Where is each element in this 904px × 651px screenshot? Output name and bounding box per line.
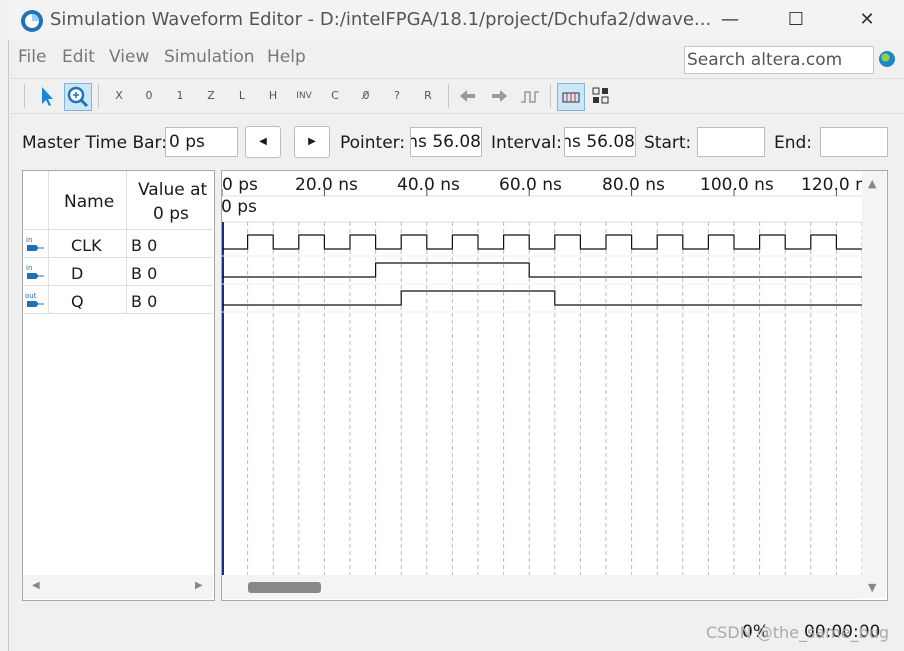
globe-icon[interactable] <box>879 51 895 67</box>
time-label: 20.0 ns <box>295 175 358 195</box>
signal-list-hscrollbar[interactable] <box>23 575 213 599</box>
hscroll-thumb[interactable] <box>248 582 321 593</box>
minimize-button[interactable]: — <box>708 6 752 34</box>
menu-edit[interactable]: Edit <box>62 47 95 67</box>
signal-name: CLK <box>71 236 102 255</box>
master-time-bar-field[interactable]: 0 ps <box>165 127 238 157</box>
snap-left-icon[interactable] <box>455 83 481 109</box>
grid-toggle-icon[interactable] <box>557 83 585 111</box>
interval-label: Interval: <box>491 133 562 153</box>
name-column-header[interactable]: Name <box>64 192 114 212</box>
signal-value: B 0 <box>131 264 158 283</box>
input-pin-icon: in <box>26 236 44 251</box>
next-transition-button[interactable]: ▶ <box>294 126 330 158</box>
signal-name: D <box>71 264 84 283</box>
settings-grid-icon[interactable] <box>588 83 614 109</box>
menu-view[interactable]: View <box>109 47 149 67</box>
unknown-value-icon[interactable]: X <box>106 83 132 109</box>
signal-row-d[interactable] <box>23 258 213 286</box>
arbitrary-value-icon[interactable]: ? <box>384 83 410 109</box>
time-label: 100.0 ns <box>700 175 774 195</box>
quartus-app-icon <box>21 10 43 32</box>
overwrite-clock-icon[interactable] <box>517 83 543 109</box>
watermark: CSDN @the_same_bug <box>706 623 889 642</box>
high-impedance-icon[interactable]: Z <box>198 83 224 109</box>
end-field[interactable] <box>820 127 888 157</box>
force-low-icon[interactable]: 0 <box>136 83 162 109</box>
clock-value-icon[interactable]: 0̸ <box>353 83 379 109</box>
start-label: Start: <box>644 133 692 153</box>
time-label: 120.0 ns <box>801 175 862 195</box>
value-column-time: 0 ps <box>153 204 189 224</box>
start-field[interactable] <box>697 127 765 157</box>
prev-transition-button[interactable]: ◀ <box>245 126 281 158</box>
d-waveform <box>222 262 862 278</box>
svg-text:in: in <box>26 236 32 244</box>
force-high-icon[interactable]: 1 <box>167 83 193 109</box>
time-label: 80.0 ns <box>602 175 665 195</box>
invert-icon[interactable]: INV <box>291 83 317 109</box>
q-waveform <box>222 290 862 306</box>
menu-help[interactable]: Help <box>267 47 306 67</box>
search-placeholder: Search altera.com <box>687 50 843 70</box>
weak-high-icon[interactable]: H <box>260 83 286 109</box>
signal-value: B 0 <box>131 292 158 311</box>
scroll-right-icon[interactable]: ▶ <box>195 580 203 591</box>
scroll-left-icon[interactable]: ◀ <box>32 580 40 591</box>
scroll-down-icon[interactable]: ▼ <box>868 581 876 594</box>
waveform-vscrollbar[interactable] <box>862 171 886 598</box>
weak-low-icon[interactable]: L <box>229 83 255 109</box>
select-arrow-icon[interactable] <box>34 83 60 109</box>
end-label: End: <box>774 133 813 153</box>
toolbar-separator <box>448 84 449 108</box>
close-button[interactable]: ✕ <box>845 6 889 34</box>
pointer-label: Pointer: <box>340 133 406 153</box>
signal-row-clk[interactable] <box>23 230 213 258</box>
count-value-icon[interactable]: C <box>322 83 348 109</box>
input-pin-icon: in <box>26 264 44 279</box>
svg-text:in: in <box>26 264 32 272</box>
signal-value: B 0 <box>131 236 158 255</box>
interval-field[interactable]: 56.08 ns <box>564 127 636 157</box>
scroll-up-icon[interactable]: ▲ <box>868 177 876 190</box>
maximize-button[interactable]: ☐ <box>774 6 818 34</box>
menu-file[interactable]: File <box>18 47 46 67</box>
time-label: 0 ps <box>222 175 258 195</box>
waveform-canvas[interactable] <box>222 171 862 575</box>
toolbar-separator <box>24 84 25 108</box>
toolbar-separator <box>98 84 99 108</box>
pointer-field[interactable]: 56.08 ns <box>410 127 482 157</box>
signal-name: Q <box>71 292 84 311</box>
random-value-icon[interactable]: R <box>415 83 441 109</box>
cursor-time-label: 0 ps <box>221 197 257 217</box>
toolbar-separator <box>550 84 551 108</box>
output-pin-icon: out <box>25 292 44 307</box>
signal-row-q[interactable] <box>23 286 213 314</box>
svg-text:out: out <box>25 292 37 300</box>
menu-simulation[interactable]: Simulation <box>164 47 255 67</box>
value-column-header[interactable]: Value at <box>138 180 207 200</box>
time-label: 60.0 ns <box>499 175 562 195</box>
time-label: 40.0 ns <box>397 175 460 195</box>
window-title: Simulation Waveform Editor - D:/intelFPG… <box>50 9 712 30</box>
zoom-icon[interactable] <box>64 83 92 111</box>
master-time-bar-label: Master Time Bar: <box>22 133 167 153</box>
snap-right-icon[interactable] <box>486 83 512 109</box>
clk-waveform <box>222 234 862 250</box>
